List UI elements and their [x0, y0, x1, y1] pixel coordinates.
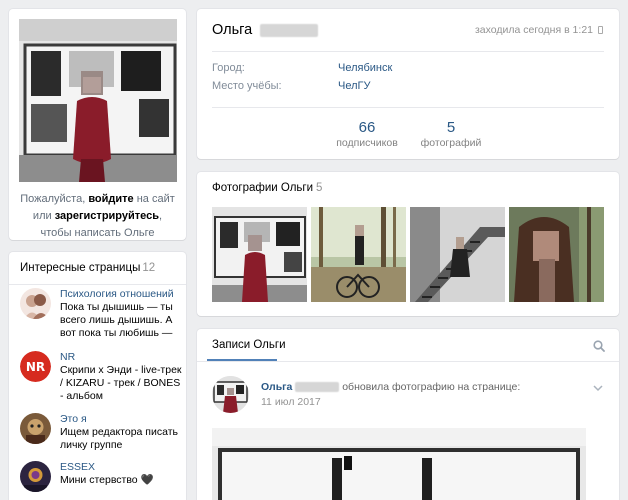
photo-thumbnail[interactable]	[509, 207, 604, 302]
post-header: Ольга обновила фотографию на странице:	[261, 381, 521, 393]
login-note: Пожалуйста, войдите на сайт или зарегист…	[20, 193, 175, 239]
page-description: Мини стервство 🖤	[60, 474, 154, 486]
svg-text:NR: NR	[26, 360, 45, 374]
page-name[interactable]: Психология отношений	[60, 288, 185, 301]
profile-photo[interactable]	[19, 19, 177, 182]
post-date-link[interactable]: 11 июл 2017	[261, 396, 321, 408]
last-seen-status: заходила сегодня в 1:21	[475, 24, 603, 36]
post-photo[interactable]	[212, 428, 586, 500]
divider	[212, 51, 604, 52]
profile-info-card: Ольга заходила сегодня в 1:21 Город: Чел…	[197, 9, 619, 159]
nr-logo-icon[interactable]: NR	[20, 351, 51, 382]
profile-avatar-card: Пожалуйста, войдите на сайт или зарегист…	[9, 9, 186, 240]
page-name[interactable]: NR	[60, 351, 185, 364]
photo-thumbnail[interactable]	[212, 207, 307, 302]
blurred-last-name	[260, 23, 319, 37]
search-icon[interactable]	[593, 340, 605, 352]
couple-avatar-icon[interactable]	[20, 288, 51, 319]
divider	[197, 361, 619, 362]
page-item-essex[interactable]: ESSEX Мини стервство 🖤	[20, 461, 180, 497]
page-description: Пока ты дышишь — ты всего лишь дышишь. А…	[60, 301, 173, 339]
photos-header[interactable]: Фотографии Ольги 5	[212, 182, 322, 194]
photo-thumbnail[interactable]	[311, 207, 406, 302]
page-name[interactable]: Это я	[60, 413, 185, 426]
mobile-phone-icon	[598, 26, 603, 34]
chevron-down-icon[interactable]	[593, 383, 603, 392]
photo-thumbnail[interactable]	[410, 207, 505, 302]
login-link[interactable]: войдите	[88, 193, 133, 205]
page-description: Скрипи х Энди - live-трек / KIZARU - тре…	[60, 364, 182, 402]
post-author-link[interactable]: Ольга	[261, 381, 292, 393]
tab-wall-posts[interactable]: Записи Ольги	[212, 339, 286, 351]
essex-avatar-icon[interactable]	[20, 461, 51, 492]
photos-card: Фотографии Ольги 5	[197, 172, 619, 316]
wall-card: Записи Ольги Ольга обновила фотографию н…	[197, 329, 619, 500]
study-link[interactable]: ЧелГУ	[338, 80, 370, 92]
blurred-last-name	[295, 382, 340, 393]
divider	[9, 284, 186, 285]
followers-counter[interactable]: 66 подписчиков	[332, 119, 402, 149]
city-link[interactable]: Челябинск	[338, 62, 392, 74]
page-description: Ищем редактора писать личку группе	[60, 426, 178, 451]
cartoon-avatar-icon[interactable]	[20, 413, 51, 444]
interesting-pages-card: Интересные страницы 12 Психология отношен…	[9, 252, 186, 500]
page-item-psychology[interactable]: Психология отношений Пока ты дышишь — ты…	[20, 288, 180, 339]
post-author-avatar[interactable]	[212, 376, 249, 413]
page-item-nr[interactable]: NR NR Скрипи х Энди - live-трек / KIZARU…	[20, 351, 182, 407]
pages-header[interactable]: Интересные страницы 12	[20, 262, 155, 274]
photos-counter[interactable]: 5 фотографий	[413, 119, 489, 149]
page-item-eto-ya[interactable]: Это я Ищем редактора писать личку группе	[20, 413, 180, 455]
page-title: Ольга	[212, 22, 319, 38]
register-link[interactable]: зарегистрируйтесь	[55, 210, 159, 222]
divider	[212, 107, 604, 108]
page-name[interactable]: ESSEX	[60, 461, 185, 474]
